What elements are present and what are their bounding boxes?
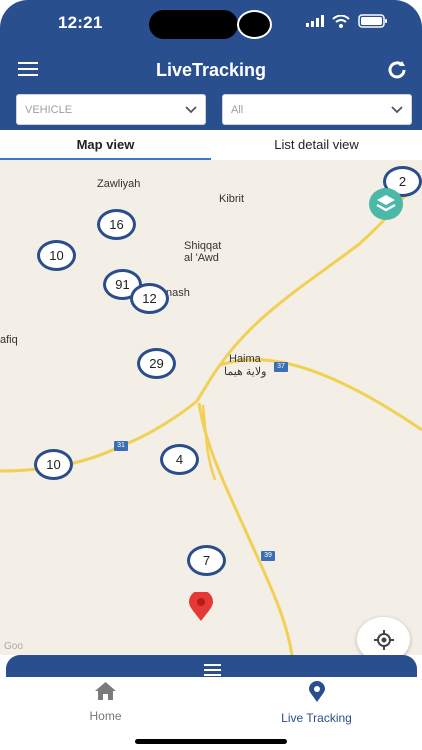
status-select[interactable]: All	[222, 94, 412, 125]
nav-label-home: Home	[89, 709, 122, 723]
place-label-kibrit: Kibrit	[219, 193, 245, 205]
place-label-haima: Haima	[229, 353, 261, 365]
vehicle-location-pin-icon[interactable]	[187, 592, 215, 622]
view-tabs: Map view List detail view	[0, 130, 422, 160]
status-time: 12:21	[58, 13, 103, 32]
cluster-marker[interactable]: 4	[160, 444, 199, 475]
place-label-zawliyah: Zawliyah	[97, 178, 141, 190]
home-indicator	[135, 739, 287, 744]
page-title: LiveTracking	[155, 60, 267, 80]
tab-list-detail-view[interactable]: List detail view	[211, 130, 422, 160]
vehicle-select-value: VEHICLE	[25, 103, 73, 116]
road-number-badge: 31	[114, 441, 128, 451]
status-select-value: All	[231, 103, 244, 116]
cluster-marker[interactable]: 29	[137, 348, 176, 379]
mobile-screen: 12:21 LiveTracking VEHICLE All Map view …	[0, 0, 422, 750]
vehicle-select[interactable]: VEHICLE	[16, 94, 206, 125]
road-number-badge: 39	[261, 551, 275, 561]
place-label-shiqqat: Shiqqat	[184, 240, 222, 252]
drawer-handle-icon[interactable]	[204, 663, 221, 676]
chevron-down-icon	[391, 105, 403, 113]
cluster-marker[interactable]: 16	[97, 209, 136, 240]
battery-icon	[358, 14, 387, 28]
cluster-marker[interactable]: 10	[34, 449, 73, 480]
location-pin-icon	[308, 681, 325, 702]
signal-icon	[306, 15, 324, 27]
place-label-haima-arabic: ولاية هيما	[224, 366, 267, 378]
nav-item-home[interactable]: Home	[0, 681, 211, 723]
cluster-marker[interactable]: 12	[130, 283, 169, 314]
refresh-icon[interactable]	[386, 59, 408, 81]
road-network	[0, 187, 422, 655]
place-label-nash: nash	[166, 287, 190, 299]
chevron-down-icon	[185, 105, 197, 113]
camera-cutout	[237, 10, 272, 39]
nav-item-live-tracking[interactable]: Live Tracking	[211, 681, 422, 725]
tab-map-view[interactable]: Map view	[0, 130, 211, 160]
svg-text:Goo: Goo	[4, 641, 23, 652]
cluster-marker[interactable]: 7	[187, 545, 226, 576]
wifi-icon	[332, 14, 350, 28]
dynamic-island	[149, 10, 238, 39]
crosshair-icon	[373, 629, 394, 650]
place-label-afiq: afiq	[0, 334, 18, 346]
google-logo: Goo	[4, 641, 23, 652]
app-header: 12:21 LiveTracking	[0, 0, 422, 90]
status-icons	[306, 14, 388, 28]
filter-bar: VEHICLE All	[0, 90, 422, 130]
road-number-badge: 37	[274, 362, 288, 372]
map-view[interactable]: Zawliyah Kibrit Shiqqat al 'Awd nash afi…	[0, 160, 422, 655]
place-label-al-awd: al 'Awd	[184, 252, 219, 264]
nav-label-live-tracking: Live Tracking	[281, 711, 352, 725]
layers-icon[interactable]	[369, 188, 403, 220]
home-icon	[95, 682, 116, 700]
cluster-marker[interactable]: 10	[37, 240, 76, 271]
